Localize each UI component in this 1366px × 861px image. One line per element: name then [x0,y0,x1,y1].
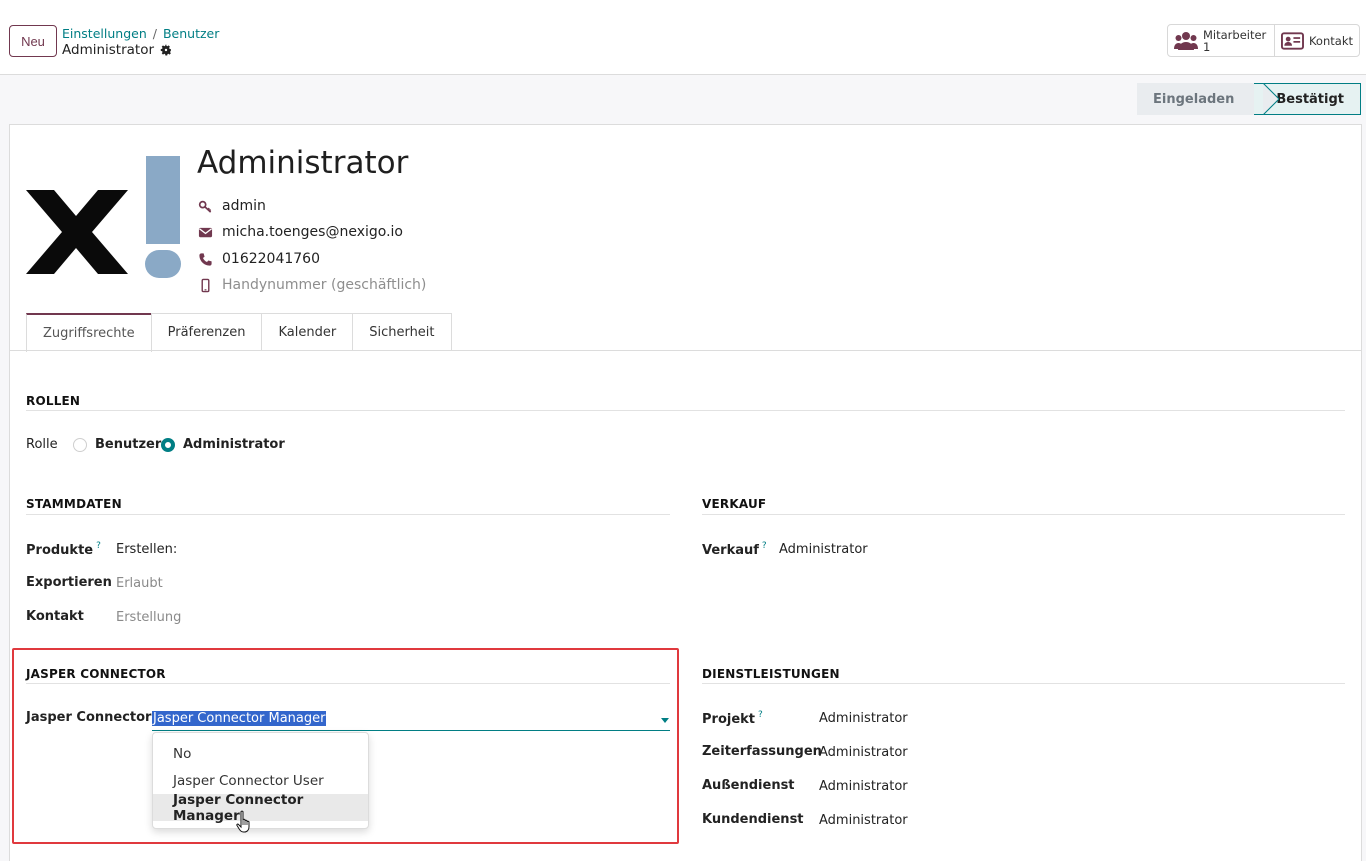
key-icon [198,200,212,213]
login-value[interactable]: admin [222,198,266,214]
mobile-placeholder[interactable]: Handynummer (geschäftlich) [222,277,426,293]
employees-smart-button[interactable]: Mitarbeiter 1 [1167,24,1275,57]
role-option-admin[interactable]: Administrator [161,437,285,452]
contact-field-label: Kontakt [26,609,84,624]
phone-value[interactable]: 01622041760 [222,251,320,267]
project-value[interactable]: Administrator [819,711,908,726]
mobile-icon [201,278,210,292]
radio-user[interactable] [73,437,87,452]
envelope-icon [198,227,213,237]
contact-label: Kontakt [1308,33,1353,48]
master-data-title: STAMMDATEN [26,497,122,511]
status-bar: Eingeladen Bestätigt [1137,83,1361,115]
tab-calendar[interactable]: Kalender [261,313,354,351]
role-option-user-label: Benutzer [95,437,162,452]
control-panel: Neu Einstellungen / Benutzer Administrator… [0,0,1366,75]
contact-field-value[interactable]: Erstellung [116,610,181,625]
users-icon [1174,31,1198,50]
role-option-admin-label: Administrator [183,437,285,452]
phone-icon [199,252,212,266]
email-value[interactable]: micha.toenges@nexigo.io [222,224,403,240]
helpdesk-label: Kundendienst [702,812,804,827]
role-option-user[interactable]: Benutzer [73,437,161,452]
role-label: Rolle [26,437,58,452]
jasper-label: Jasper Connector [26,710,152,725]
field-service-value[interactable]: Administrator [819,779,908,794]
gear-icon[interactable] [160,44,172,56]
services-title: DIENSTLEISTUNGEN [702,667,840,681]
new-button[interactable]: Neu [9,25,57,57]
roles-divider [26,410,1345,411]
sales-title: VERKAUF [702,497,767,511]
timesheets-value[interactable]: Administrator [819,745,908,760]
export-value[interactable]: Erlaubt [116,576,163,591]
master-data-divider [26,514,670,515]
dropdown-option-manager[interactable]: Jasper Connector Manager [153,792,368,824]
radio-admin[interactable] [161,437,175,452]
stage-arrow [1263,83,1279,115]
project-label-text: Projekt [702,712,756,727]
jasper-title: JASPER CONNECTOR [26,667,166,681]
employees-label: Mitarbeiter [1203,27,1267,42]
jasper-select[interactable]: Jasper Connector Manager [152,709,670,731]
breadcrumb-settings[interactable]: Einstellungen [62,26,147,41]
login-row: admin [198,198,266,214]
field-service-label: Außendienst [702,778,795,793]
breadcrumb: Einstellungen / Benutzer [62,26,219,41]
breadcrumb-users[interactable]: Benutzer [163,26,219,41]
record-title-text: Administrator [62,42,155,58]
help-icon[interactable]: ? [758,710,763,720]
tab-access-rights[interactable]: Zugriffsrechte [26,313,152,352]
email-row: micha.toenges@nexigo.io [198,224,403,240]
mobile-row: Handynummer (geschäftlich) [198,277,426,293]
services-divider [702,683,1345,684]
user-name[interactable]: Administrator [197,145,408,181]
phone-row: 01622041760 [198,251,320,267]
contact-card-icon [1281,31,1304,50]
project-label: Projekt? [702,710,763,727]
breadcrumb-separator: / [152,26,157,41]
timesheets-label: Zeiterfassungen [702,744,822,759]
help-icon[interactable]: ? [96,541,101,551]
jasper-select-value[interactable]: Jasper Connector Manager [152,711,327,726]
top-strip [0,0,1366,4]
sales-value[interactable]: Administrator [779,542,868,557]
chevron-down-icon[interactable] [661,718,669,723]
roles-section-title: ROLLEN [26,394,81,408]
tab-security[interactable]: Sicherheit [352,313,452,351]
helpdesk-value[interactable]: Administrator [819,813,908,828]
export-label: Exportieren [26,575,112,590]
products-label: Produkte? [26,541,101,558]
help-icon[interactable]: ? [762,541,767,551]
products-label-text: Produkte [26,543,94,558]
jasper-divider [26,683,670,684]
dropdown-option-no[interactable]: No [153,740,368,767]
avatar[interactable] [26,156,182,280]
notebook-tabs: Zugriffsrechte Präferenzen Kalender Sich… [26,313,452,352]
tab-divider [10,350,1361,351]
contact-smart-button[interactable]: Kontakt [1274,24,1360,57]
sales-divider [702,514,1345,515]
dropdown-option-user[interactable]: Jasper Connector User [153,767,368,794]
employees-count: 1 [1203,39,1211,54]
hand-cursor-icon [236,810,250,833]
products-value[interactable]: Erstellen: [116,542,177,557]
tab-preferences[interactable]: Präferenzen [150,313,263,351]
sales-label-text: Verkauf [702,543,759,558]
stage-invited[interactable]: Eingeladen [1137,83,1255,115]
record-title: Administrator [62,42,172,58]
jasper-dropdown: No Jasper Connector User Jasper Connecto… [152,732,369,829]
sales-label: Verkauf? [702,541,767,558]
